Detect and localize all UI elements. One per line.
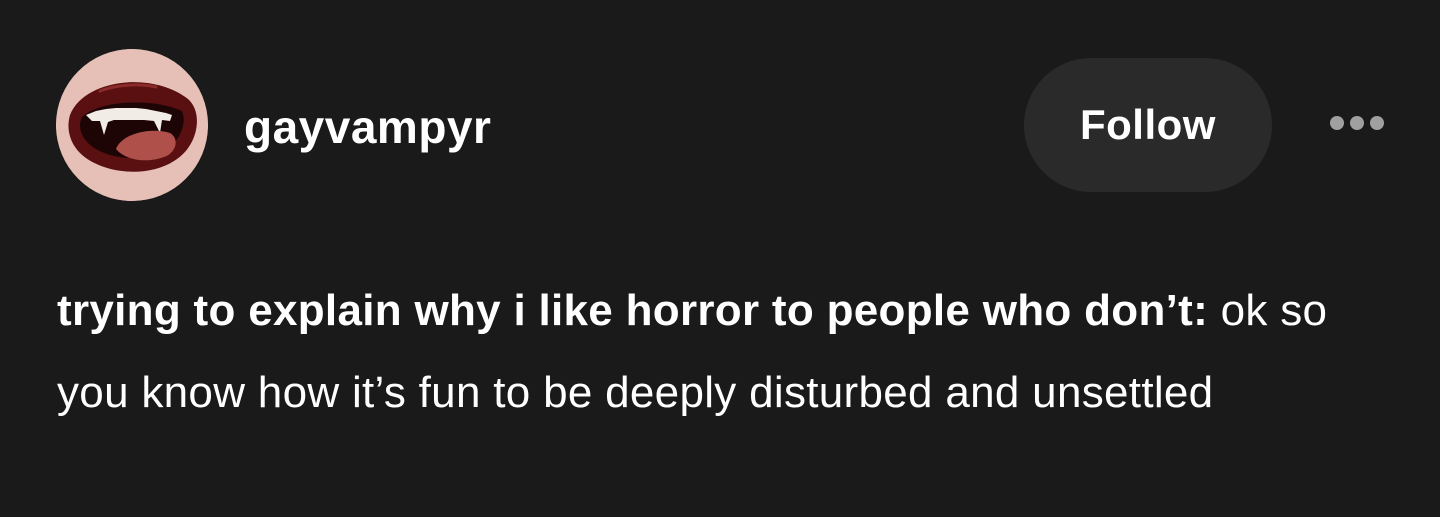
post-header: gayvampyr Follow	[0, 0, 1440, 240]
avatar[interactable]	[56, 49, 208, 201]
post-body: trying to explain why i like horror to p…	[57, 270, 1387, 434]
follow-button[interactable]: Follow	[1024, 58, 1272, 192]
more-options-icon	[1330, 116, 1384, 130]
post-bold-text: trying to explain why i like horror to p…	[57, 286, 1209, 335]
author-username[interactable]: gayvampyr	[244, 100, 491, 154]
post-card: gayvampyr Follow trying to explain why i…	[0, 0, 1440, 517]
more-options-button[interactable]	[1318, 100, 1396, 146]
vampire-mouth-icon	[56, 49, 208, 201]
